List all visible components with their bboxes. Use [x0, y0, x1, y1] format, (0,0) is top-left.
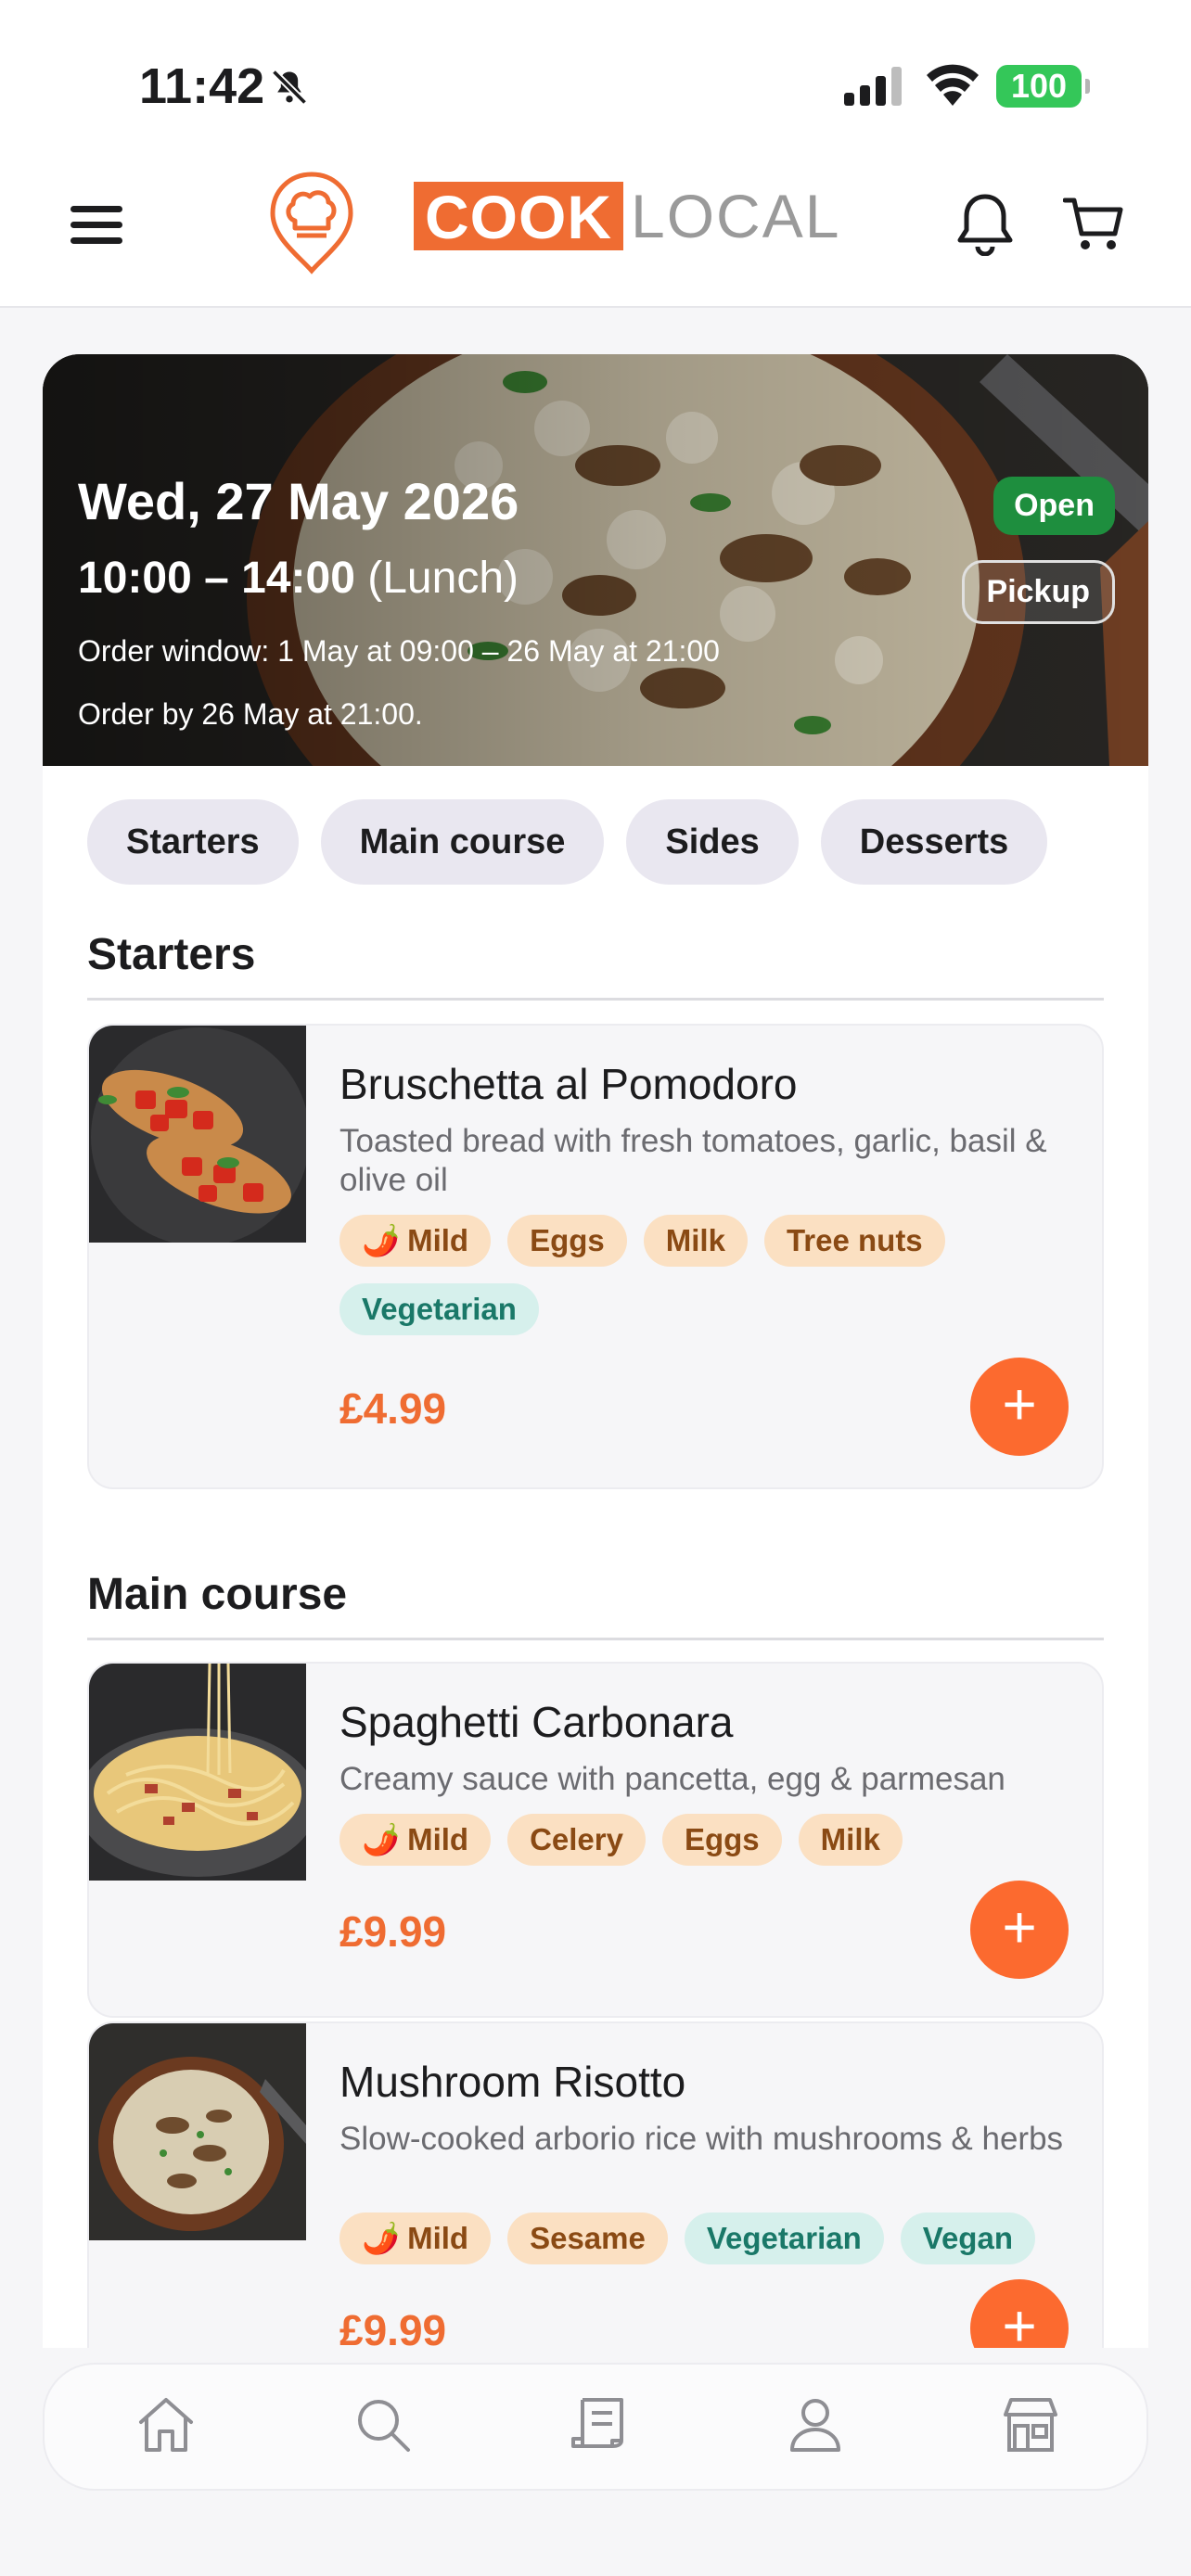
divider: [87, 1638, 1104, 1640]
app-header: COOK LOCAL: [0, 158, 1191, 308]
menu-item-card[interactable]: Bruschetta al Pomodoro Toasted bread wit…: [87, 1024, 1104, 1489]
category-chips: Starters Main course Sides Desserts: [87, 799, 1048, 885]
allergen-tag: Tree nuts: [763, 1215, 945, 1267]
brand-cook: COOK: [414, 182, 623, 251]
add-to-cart-button[interactable]: +: [970, 1358, 1069, 1456]
item-tags: 🌶️ Mild Sesame Vegetarian Vegan: [339, 2213, 1082, 2264]
order-deadline-text: Order by 26 May at 21:00.: [78, 697, 423, 731]
silent-mode-icon: [271, 69, 308, 106]
item-price: £9.99: [339, 1907, 447, 1956]
notifications-bell-icon[interactable]: [955, 191, 1015, 256]
allergen-tag: Sesame: [507, 2213, 668, 2264]
event-banner[interactable]: Wed, 27 May 2026 10:00 – 14:00 (Lunch) O…: [43, 354, 1148, 766]
category-chip-sides[interactable]: Sides: [626, 799, 799, 885]
diet-tag: Vegetarian: [684, 2213, 884, 2264]
divider: [87, 998, 1104, 1001]
menu-item-card[interactable]: Spaghetti Carbonara Creamy sauce with pa…: [87, 1662, 1104, 2018]
section-title-starters: Starters: [87, 930, 256, 979]
item-tags: 🌶️ Mild Celery Eggs Milk: [339, 1814, 1082, 1866]
bottom-tab-bar: [43, 2363, 1148, 2491]
spice-tag: 🌶️ Mild: [339, 2213, 492, 2264]
item-description: Toasted bread with fresh tomatoes, garli…: [339, 1123, 1047, 1198]
allergen-tag: Eggs: [507, 1215, 627, 1267]
brand-local: LOCAL: [631, 182, 841, 250]
allergen-tag: Celery: [507, 1814, 646, 1866]
event-meal: (Lunch): [367, 554, 519, 603]
event-time: 10:00 – 14:00 (Lunch): [78, 553, 519, 604]
menu-item-card[interactable]: Mushroom Risotto Slow-cooked arborio ric…: [87, 2021, 1104, 2348]
add-to-cart-button[interactable]: +: [970, 2279, 1069, 2348]
item-name: Spaghetti Carbonara: [339, 1698, 734, 1746]
order-window-text: Order window: 1 May at 09:00 – 26 May at…: [78, 634, 720, 668]
event-time-range: 10:00 – 14:00: [78, 554, 355, 603]
search-icon[interactable]: [351, 2392, 416, 2457]
item-price: £4.99: [339, 1384, 447, 1433]
diet-tag: Vegan: [900, 2213, 1035, 2264]
battery-indicator: 100: [996, 65, 1090, 108]
allergen-tag: Milk: [798, 1814, 903, 1866]
spice-tag: 🌶️ Mild: [339, 1814, 492, 1866]
pickup-badge: Pickup: [961, 560, 1115, 624]
cart-icon[interactable]: [1063, 195, 1124, 254]
allergen-tag: Milk: [643, 1215, 748, 1267]
category-chip-starters[interactable]: Starters: [87, 799, 299, 885]
status-bar: 11:42 100: [0, 0, 1191, 158]
item-tags: 🌶️ Mild Eggs Milk Tree nuts Vegetarian: [339, 1215, 1082, 1335]
cellular-signal-icon: [844, 67, 902, 106]
home-icon[interactable]: [134, 2392, 198, 2457]
store-icon[interactable]: [998, 2392, 1063, 2457]
receipt-icon[interactable]: [566, 2392, 631, 2457]
event-date: Wed, 27 May 2026: [78, 472, 519, 530]
diet-tag: Vegetarian: [339, 1283, 539, 1335]
chili-icon: 🌶️: [362, 2221, 401, 2255]
bruschetta-image: [89, 1026, 306, 1243]
category-chip-main-course[interactable]: Main course: [320, 799, 605, 885]
status-time: 11:42: [139, 58, 265, 114]
spice-tag: 🌶️ Mild: [339, 1215, 492, 1267]
item-description: Creamy sauce with pancetta, egg & parmes…: [339, 1761, 1005, 1797]
add-to-cart-button[interactable]: +: [970, 1881, 1069, 1979]
allergen-tag: Eggs: [661, 1814, 782, 1866]
item-price: £9.99: [339, 2306, 447, 2348]
carbonara-image: [89, 1664, 306, 1881]
status-badge: Open: [993, 477, 1115, 535]
menu-icon[interactable]: [70, 206, 122, 245]
section-title-main-course: Main course: [87, 1570, 348, 1619]
risotto-image: [89, 2023, 306, 2240]
wifi-icon: [927, 64, 979, 106]
chili-icon: 🌶️: [362, 1822, 401, 1856]
item-description: Slow-cooked arborio rice with mushrooms …: [339, 2121, 1064, 2157]
item-name: Mushroom Risotto: [339, 2058, 686, 2106]
brand-wordmark[interactable]: COOK LOCAL: [414, 182, 841, 251]
profile-icon[interactable]: [783, 2392, 848, 2457]
item-name: Bruschetta al Pomodoro: [339, 1060, 798, 1108]
menu-content[interactable]: Starters Main course Sides Desserts Star…: [43, 766, 1148, 2348]
chili-icon: 🌶️: [362, 1223, 401, 1257]
category-chip-desserts[interactable]: Desserts: [820, 799, 1048, 885]
cooklocal-logo-icon[interactable]: [267, 171, 356, 274]
